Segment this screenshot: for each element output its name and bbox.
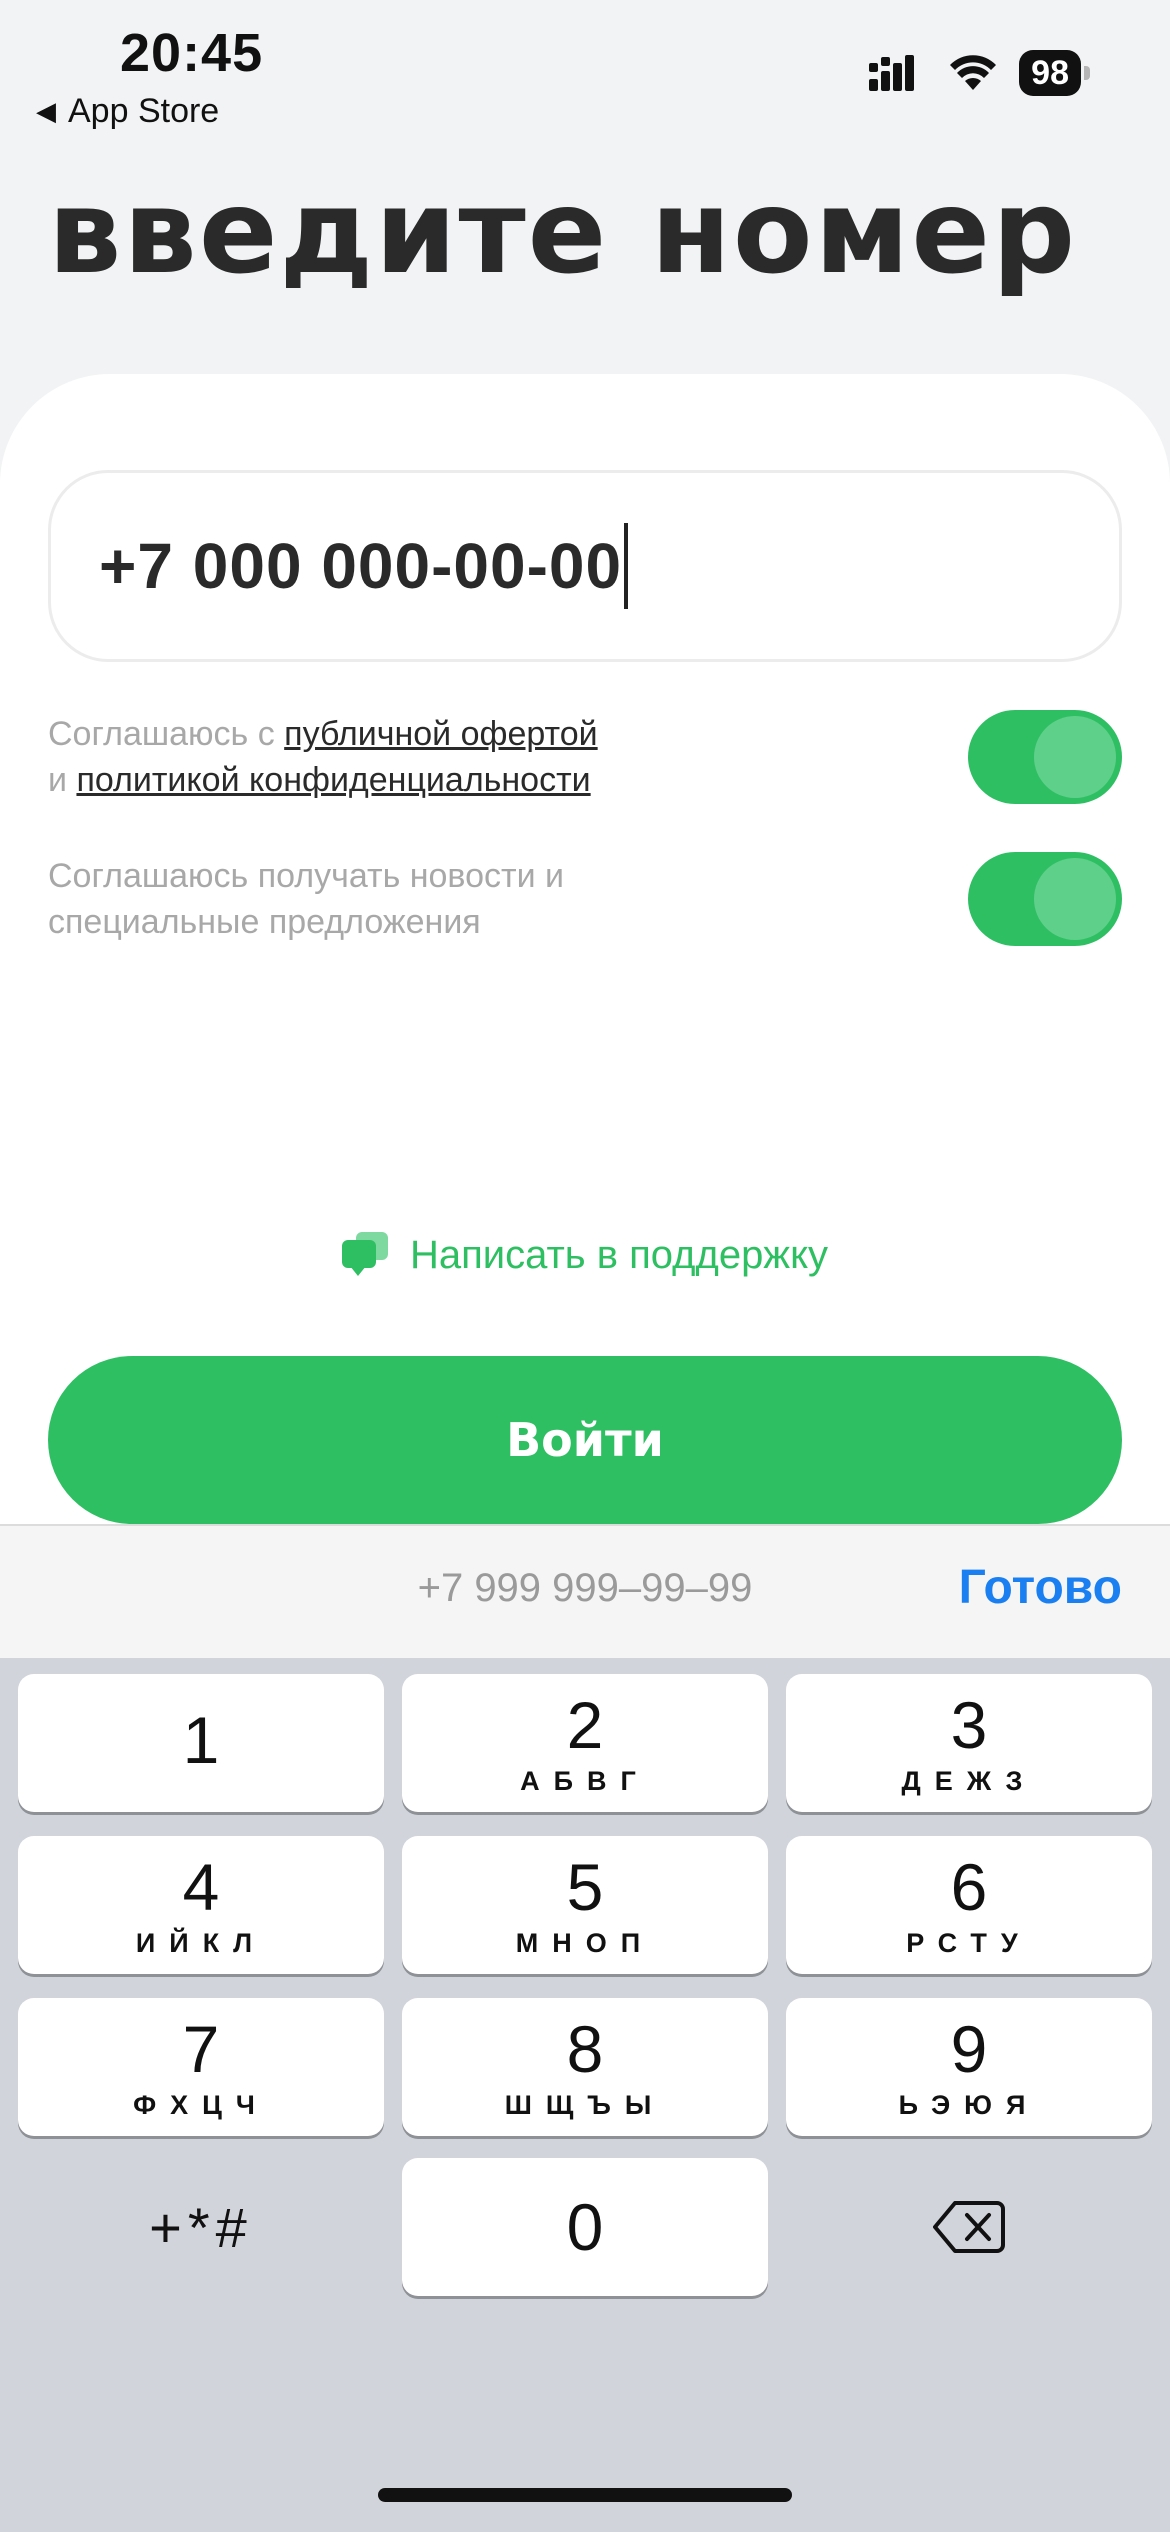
consent-offer-toggle[interactable]	[968, 710, 1122, 804]
key-digit: 4	[182, 1849, 220, 1924]
key-3[interactable]: 3 ДЕЖЗ	[786, 1674, 1152, 1812]
key-letters: ИЙКЛ	[135, 1927, 267, 1958]
toggle-knob	[1034, 858, 1116, 940]
consent-offer-row: Соглашаюсь с публичной офертой и политик…	[48, 710, 1122, 804]
status-icons: 98	[869, 50, 1090, 96]
key-letters: МНОП	[515, 1927, 655, 1958]
numeric-keypad: 1 2 АБВГ 3 ДЕЖЗ 4 ИЙКЛ 5 МНОП 6 РСТУ 7 Ф…	[0, 1658, 1170, 2532]
text-caret	[624, 523, 629, 609]
key-digit: 5	[566, 1849, 604, 1924]
login-button[interactable]: Войти	[48, 1356, 1122, 1524]
toggle-knob	[1034, 716, 1116, 798]
key-9[interactable]: 9 ЬЭЮЯ	[786, 1998, 1152, 2136]
key-digit: 8	[566, 2011, 604, 2086]
key-digit: 1	[182, 1703, 220, 1777]
key-7[interactable]: 7 ФХЦЧ	[18, 1998, 384, 2136]
keyboard-accessory-bar: +7 999 999–99–99 Готово	[0, 1524, 1170, 1658]
key-0[interactable]: 0	[402, 2158, 768, 2296]
key-digit: 0	[566, 2190, 604, 2264]
key-digit: 6	[950, 1849, 988, 1924]
home-indicator[interactable]	[378, 2488, 792, 2502]
battery-icon: 98	[1019, 50, 1090, 96]
consent-news-toggle[interactable]	[968, 852, 1122, 946]
consent-offer-text: Соглашаюсь с публичной офертой и политик…	[48, 711, 688, 803]
consent-offer-middle: и	[48, 761, 77, 799]
key-letters: АБВГ	[520, 1765, 650, 1796]
battery-level: 98	[1019, 50, 1081, 96]
key-letters: ЬЭЮЯ	[898, 2089, 1040, 2120]
phone-field[interactable]: +7 000 000-00-00	[48, 470, 1122, 662]
key-2[interactable]: 2 АБВГ	[402, 1674, 768, 1812]
key-letters: ДЕЖЗ	[901, 1765, 1037, 1796]
key-4[interactable]: 4 ИЙКЛ	[18, 1836, 384, 1974]
phone-value[interactable]: +7 000 000-00-00	[99, 529, 622, 603]
key-digit: 3	[950, 1687, 988, 1762]
consent-news-text: Соглашаюсь получать новости и специальны…	[48, 857, 565, 941]
back-triangle-icon: ◀	[36, 96, 56, 126]
done-button[interactable]: Готово	[959, 1560, 1122, 1615]
back-app-label: App Store	[68, 92, 220, 130]
public-offer-link[interactable]: публичной офертой	[284, 715, 597, 753]
key-digit: 9	[950, 2011, 988, 2086]
privacy-policy-link[interactable]: политикой конфиденциальности	[76, 761, 590, 799]
signal-icon	[869, 55, 915, 91]
key-5[interactable]: 5 МНОП	[402, 1836, 768, 1974]
key-digit: 2	[566, 1687, 604, 1762]
key-letters: ШЩЪЫ	[504, 2089, 666, 2120]
key-letters: РСТУ	[906, 1927, 1032, 1958]
support-link[interactable]: Написать в поддержку	[0, 1232, 1170, 1278]
delete-key[interactable]	[786, 2158, 1152, 2296]
support-label: Написать в поддержку	[409, 1232, 829, 1277]
consent-news-row: Соглашаюсь получать новости и специальны…	[48, 852, 1122, 946]
consent-offer-prefix: Соглашаюсь с	[48, 715, 285, 753]
key-6[interactable]: 6 РСТУ	[786, 1836, 1152, 1974]
key-letters: ФХЦЧ	[133, 2089, 269, 2120]
backspace-icon	[933, 2201, 1005, 2253]
key-digit: 7	[182, 2011, 220, 2086]
key-symbols[interactable]: +*#	[18, 2158, 384, 2296]
wifi-icon	[950, 55, 997, 90]
back-to-app-store[interactable]: ◀ App Store	[36, 92, 219, 131]
key-8[interactable]: 8 ШЩЪЫ	[402, 1998, 768, 2136]
key-1[interactable]: 1	[18, 1674, 384, 1812]
status-time: 20:45	[120, 23, 264, 83]
page-title: введите номер	[48, 165, 1078, 300]
chat-icon	[341, 1232, 388, 1278]
